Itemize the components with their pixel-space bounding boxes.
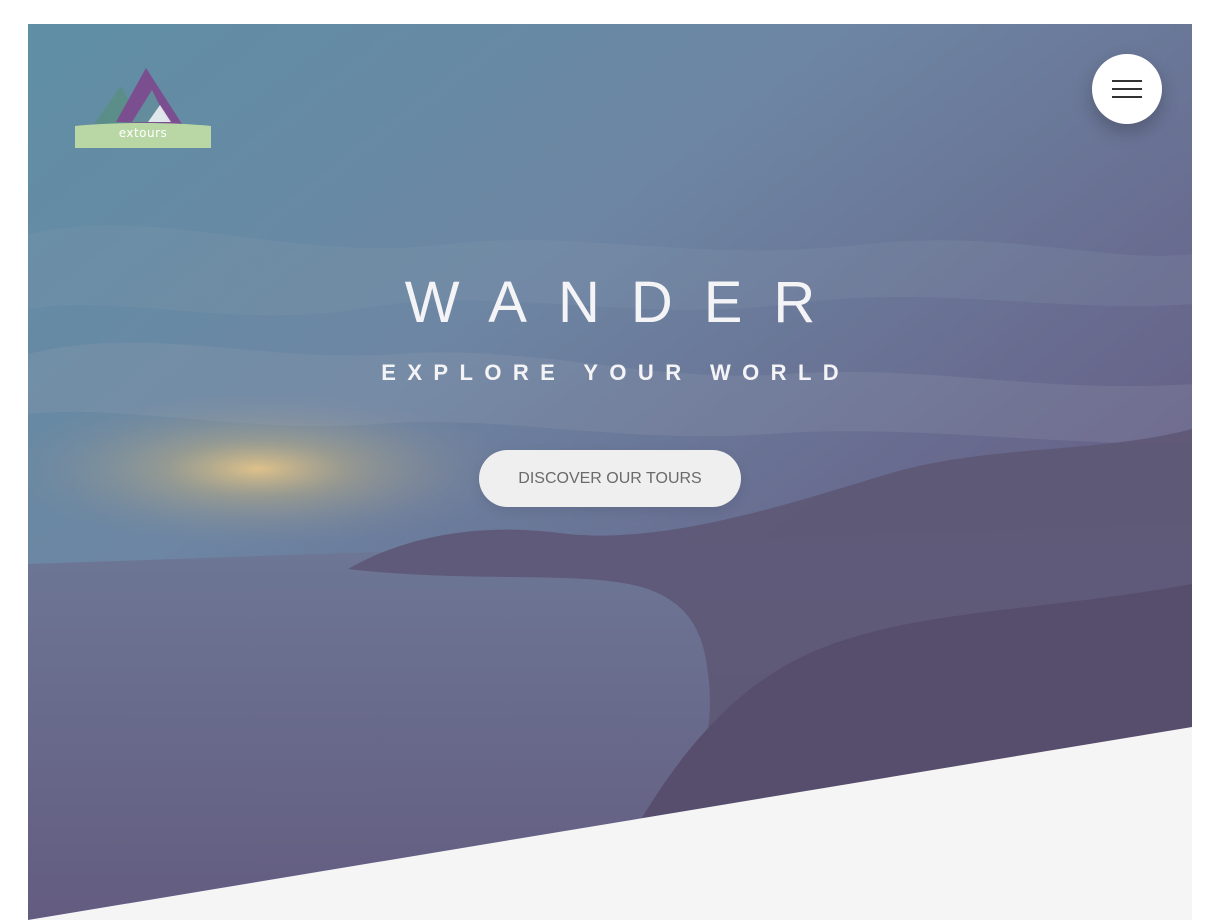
hero-title: WANDER <box>404 270 847 335</box>
menu-line <box>1112 88 1142 90</box>
menu-button[interactable] <box>1092 54 1162 124</box>
hero-section: extours WANDER EXPLORE YOUR WORLD DISCOV… <box>28 24 1192 920</box>
menu-line <box>1112 96 1142 98</box>
hamburger-menu-icon <box>1112 80 1142 98</box>
hero-subtitle: EXPLORE YOUR WORLD <box>381 360 851 385</box>
logo-text: extours <box>118 126 168 140</box>
discover-tours-button[interactable]: DISCOVER OUR TOURS <box>479 450 741 507</box>
menu-line <box>1112 80 1142 82</box>
brand-logo[interactable]: extours <box>74 66 214 152</box>
page: extours WANDER EXPLORE YOUR WORLD DISCOV… <box>0 0 1220 920</box>
